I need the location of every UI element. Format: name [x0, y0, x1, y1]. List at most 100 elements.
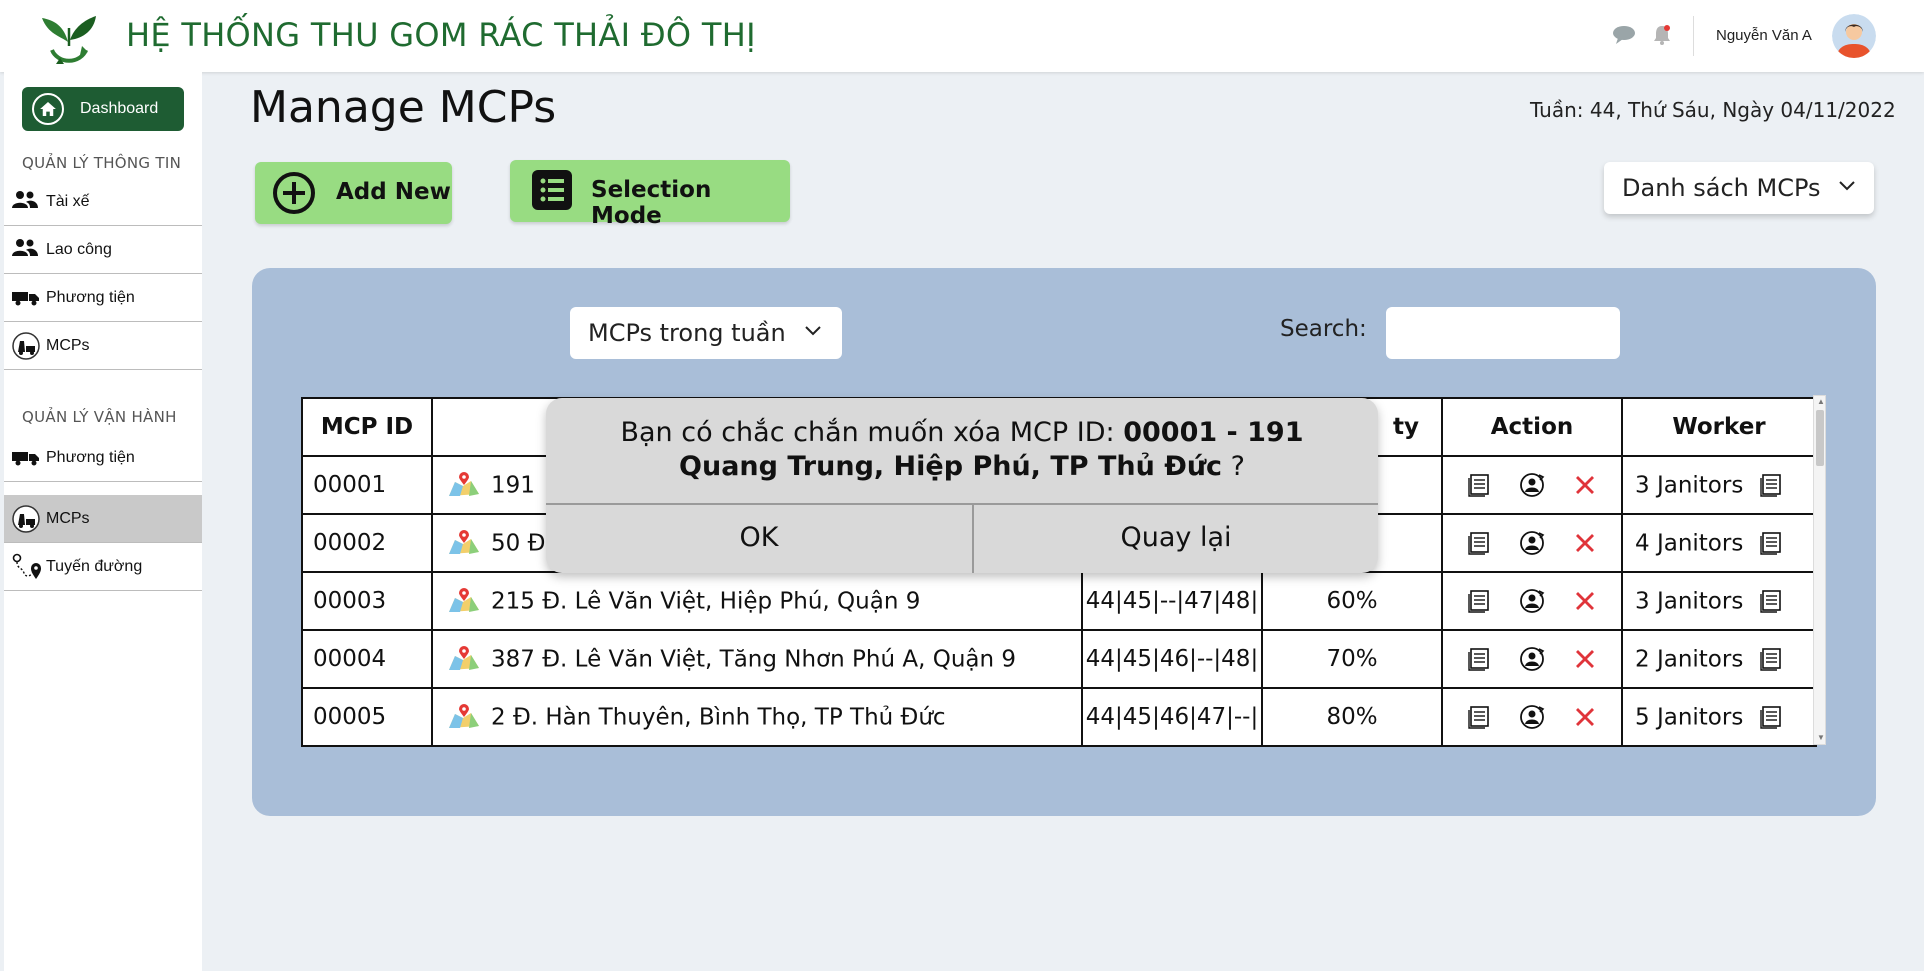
assign-user-icon[interactable]	[1519, 588, 1545, 614]
users-icon	[12, 239, 38, 256]
view-details-icon[interactable]	[1467, 589, 1491, 613]
sidebar-item-janitors[interactable]: Lao công	[4, 226, 202, 274]
section-title-info: QUẢN LÝ THÔNG TIN	[22, 154, 182, 172]
delete-x-icon[interactable]	[1573, 705, 1597, 729]
sidebar-item-label: Phương tiện	[46, 289, 135, 306]
address-text: 387 Đ. Lê Văn Việt, Tăng Nhơn Phú A, Quậ…	[491, 646, 1017, 673]
worker-list-icon[interactable]	[1759, 705, 1783, 729]
assign-user-icon[interactable]	[1519, 704, 1545, 730]
cell-mcp-id: 00001	[301, 455, 433, 515]
cell-capacity: 60%	[1261, 571, 1443, 631]
dialog-mcp-address: Quang Trung, Hiệp Phú, TP Thủ Đức	[679, 451, 1223, 482]
add-new-button[interactable]: Add New	[255, 162, 452, 224]
search-label: Search:	[1280, 316, 1367, 342]
header-mcp-id: MCP ID	[301, 397, 433, 457]
chat-icon[interactable]	[1612, 24, 1636, 46]
table-row[interactable]: 00005 2 Đ. Hàn Thuyên, Bình Thọ, TP Thủ Đ…	[301, 687, 1817, 747]
cell-worker: 4 Janitors	[1621, 513, 1817, 573]
chevron-down-icon	[805, 326, 821, 336]
worker-list-icon[interactable]	[1759, 589, 1783, 613]
route-icon	[12, 553, 41, 579]
avatar[interactable]	[1832, 14, 1876, 58]
truck-icon	[12, 452, 39, 466]
worker-list-icon[interactable]	[1759, 531, 1783, 555]
worker-list-icon[interactable]	[1759, 647, 1783, 671]
header-divider	[1693, 16, 1694, 56]
scroll-up-arrow-icon[interactable]: ▲	[1817, 398, 1825, 406]
dashboard-button[interactable]: Dashboard	[22, 87, 184, 131]
selection-mode-button[interactable]: Selection Mode	[510, 160, 790, 229]
delete-x-icon[interactable]	[1573, 589, 1597, 613]
worker-count: 2 Janitors	[1635, 646, 1744, 673]
sidebar-item-drivers[interactable]: Tài xế	[4, 178, 202, 226]
list-icon	[532, 170, 572, 210]
sidebar-item-routes[interactable]: Tuyến đường	[4, 543, 202, 591]
cell-schedule: 44|45|46|47|--|	[1081, 687, 1263, 747]
delete-confirm-dialog: Bạn có chắc chắn muốn xóa MCP ID: 00001 …	[546, 398, 1378, 573]
sidebar-item-vehicles-ops[interactable]: Phương tiện	[4, 434, 202, 482]
dialog-mcp-id: 00001 - 191	[1123, 417, 1304, 448]
chevron-down-icon	[1839, 181, 1855, 191]
add-new-label: Add New	[336, 179, 451, 205]
mcp-icon	[12, 332, 40, 360]
sidebar-item-mcps-info[interactable]: MCPs	[4, 322, 202, 370]
username[interactable]: Nguyễn Văn A	[1716, 27, 1812, 44]
truck-icon	[12, 292, 39, 306]
cell-schedule: 44|45|46|--|48|	[1081, 629, 1263, 689]
delete-x-icon[interactable]	[1573, 473, 1597, 497]
dialog-message: Bạn có chắc chắn muốn xóa MCP ID: 00001 …	[546, 416, 1378, 484]
sidebar-item-label: MCPs	[46, 510, 90, 527]
cell-address: 387 Đ. Lê Văn Việt, Tăng Nhơn Phú A, Quậ…	[431, 629, 1083, 689]
worker-list-icon[interactable]	[1759, 473, 1783, 497]
cell-mcp-id: 00003	[301, 571, 433, 631]
header-action: Action	[1441, 397, 1623, 457]
cell-capacity: 80%	[1261, 687, 1443, 747]
cell-actions	[1441, 513, 1623, 573]
dropdown-label: Danh sách MCPs	[1622, 174, 1821, 202]
cell-mcp-id: 00004	[301, 629, 433, 689]
cell-actions	[1441, 455, 1623, 515]
mcp-list-dropdown[interactable]: Danh sách MCPs	[1604, 162, 1874, 214]
view-details-icon[interactable]	[1467, 705, 1491, 729]
assign-user-icon[interactable]	[1519, 530, 1545, 556]
address-text: 191	[491, 472, 535, 499]
sidebar-item-mcps-ops[interactable]: MCPs	[4, 495, 202, 543]
map-pin-icon	[449, 530, 479, 555]
table-row[interactable]: 00003 215 Đ. Lê Văn Việt, Hiệp Phú, Quận …	[301, 571, 1817, 631]
week-filter-dropdown[interactable]: MCPs trong tuần	[570, 307, 842, 359]
worker-count: 4 Janitors	[1635, 530, 1744, 557]
cell-worker: 3 Janitors	[1621, 455, 1817, 515]
worker-count: 5 Janitors	[1635, 704, 1744, 731]
sidebar-item-vehicles[interactable]: Phương tiện	[4, 274, 202, 322]
scroll-thumb[interactable]	[1816, 410, 1824, 466]
table-row[interactable]: 00004 387 Đ. Lê Văn Việt, Tăng Nhơn Phú A…	[301, 629, 1817, 689]
app-header: HỆ THỐNG THU GOM RÁC THẢI ĐÔ THỊ Nguyễn …	[0, 0, 1924, 72]
delete-x-icon[interactable]	[1573, 647, 1597, 671]
worker-count: 3 Janitors	[1635, 588, 1744, 615]
sidebar-item-label: Lao công	[46, 241, 112, 258]
sidebar-item-label: Tài xế	[46, 193, 90, 210]
sidebar: Dashboard QUẢN LÝ THÔNG TIN Tài xế Lao c…	[4, 72, 202, 971]
cell-mcp-id: 00002	[301, 513, 433, 573]
view-details-icon[interactable]	[1467, 473, 1491, 497]
assign-user-icon[interactable]	[1519, 646, 1545, 672]
section-title-ops: QUẢN LÝ VẬN HÀNH	[22, 408, 177, 426]
sidebar-item-label: Phương tiện	[46, 449, 135, 466]
header-worker: Worker	[1621, 397, 1817, 457]
sidebar-item-label: Tuyến đường	[46, 558, 143, 575]
bell-icon[interactable]	[1652, 24, 1672, 46]
table-scrollbar[interactable]: ▲ ▼	[1813, 395, 1826, 745]
home-icon	[32, 93, 64, 125]
scroll-down-arrow-icon[interactable]: ▼	[1817, 734, 1825, 742]
search-input[interactable]	[1386, 307, 1620, 359]
view-details-icon[interactable]	[1467, 647, 1491, 671]
view-details-icon[interactable]	[1467, 531, 1491, 555]
delete-x-icon[interactable]	[1573, 531, 1597, 555]
dropdown-label: MCPs trong tuần	[588, 319, 786, 347]
dialog-message-suffix: ?	[1222, 451, 1245, 482]
assign-user-icon[interactable]	[1519, 472, 1545, 498]
back-button[interactable]: Quay lại	[974, 505, 1378, 573]
ok-button[interactable]: OK	[546, 505, 972, 573]
cell-actions	[1441, 629, 1623, 689]
dialog-message-prefix: Bạn có chắc chắn muốn xóa MCP ID:	[620, 417, 1124, 448]
